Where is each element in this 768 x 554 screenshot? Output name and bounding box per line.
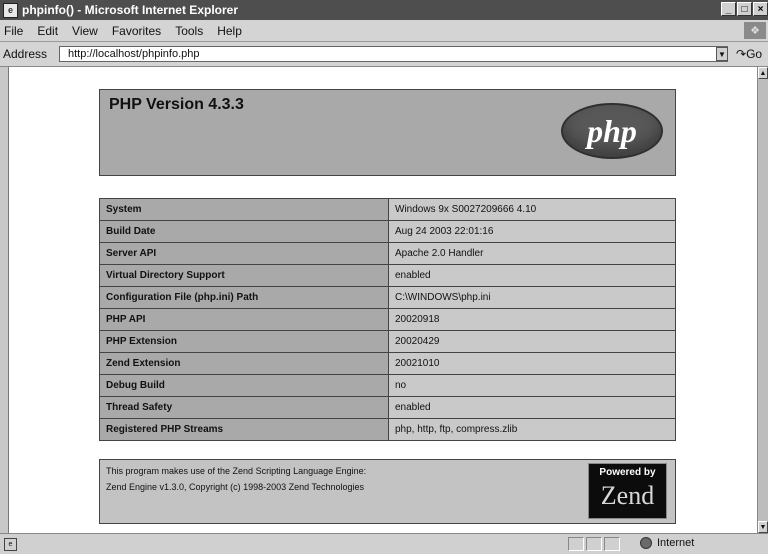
row-value: enabled — [388, 264, 676, 287]
row-value: C:\WINDOWS\php.ini — [388, 286, 676, 309]
row-value: no — [388, 374, 676, 397]
row-key: Virtual Directory Support — [99, 264, 389, 287]
menu-help[interactable]: Help — [217, 24, 242, 38]
zend-footer: This program makes use of the Zend Scrip… — [99, 459, 676, 524]
table-row: PHP Extension 20020429 — [99, 330, 676, 353]
menu-file[interactable]: File — [4, 24, 23, 38]
row-value: Aug 24 2003 22:01:16 — [388, 220, 676, 243]
menu-bar: File Edit View Favorites Tools Help ❖ — [0, 20, 768, 42]
row-key: Thread Safety — [99, 396, 389, 419]
zend-logo-word: Zend — [600, 481, 655, 510]
table-row: PHP API 20020918 — [99, 308, 676, 331]
window-title: phpinfo() - Microsoft Internet Explorer — [22, 3, 238, 17]
table-row: Build Date Aug 24 2003 22:01:16 — [99, 220, 676, 243]
row-key: Zend Extension — [99, 352, 389, 375]
menu-edit[interactable]: Edit — [37, 24, 58, 38]
address-dropdown-button[interactable]: ▼ — [716, 47, 728, 61]
row-value: Apache 2.0 Handler — [388, 242, 676, 265]
table-row: Debug Build no — [99, 374, 676, 397]
menu-view[interactable]: View — [72, 24, 98, 38]
ie-app-icon[interactable]: e — [3, 2, 18, 18]
internet-globe-icon — [640, 537, 652, 549]
row-value: php, http, ftp, compress.zlib — [388, 418, 676, 441]
scroll-down-arrow-icon[interactable]: ▼ — [758, 521, 768, 533]
row-key: Registered PHP Streams — [99, 418, 389, 441]
go-arrow-icon: ↷ — [736, 47, 747, 61]
table-row: Configuration File (php.ini) Path C:\WIND… — [99, 286, 676, 309]
windows-logo-icon: ❖ — [744, 22, 766, 39]
address-input[interactable]: http://localhost/phpinfo.php — [59, 46, 728, 62]
table-row: Zend Extension 20021010 — [99, 352, 676, 375]
status-pane — [604, 537, 620, 551]
row-key: PHP API — [99, 308, 389, 331]
go-button[interactable]: ↷Go — [736, 47, 762, 61]
row-key: Server API — [99, 242, 389, 265]
php-version-header: PHP Version 4.3.3 php — [99, 89, 676, 176]
zend-logo[interactable]: Powered by Zend — [588, 463, 667, 519]
menu-favorites[interactable]: Favorites — [112, 24, 161, 38]
maximize-button[interactable]: □ — [737, 2, 752, 16]
status-panes — [568, 537, 620, 551]
title-bar: e phpinfo() - Microsoft Internet Explore… — [0, 0, 768, 20]
zend-notice-line1: This program makes use of the Zend Scrip… — [106, 466, 367, 476]
window-controls: _ □ × — [721, 2, 768, 16]
status-pane — [586, 537, 602, 551]
status-pane — [568, 537, 584, 551]
minimize-button[interactable]: _ — [721, 2, 736, 16]
table-row: System Windows 9x S0027209666 4.10 — [99, 198, 676, 221]
table-row: Registered PHP Streams php, http, ftp, co… — [99, 418, 676, 441]
row-key: PHP Extension — [99, 330, 389, 353]
row-value: 20020918 — [388, 308, 676, 331]
table-row: Virtual Directory Support enabled — [99, 264, 676, 287]
table-row: Server API Apache 2.0 Handler — [99, 242, 676, 265]
menu-tools[interactable]: Tools — [175, 24, 203, 38]
status-bar: e Internet — [0, 533, 768, 554]
security-zone: Internet — [640, 537, 694, 549]
row-value: enabled — [388, 396, 676, 419]
zend-notice-line2: Zend Engine v1.3.0, Copyright (c) 1998-2… — [106, 482, 364, 492]
close-button[interactable]: × — [753, 2, 768, 16]
page-title: PHP Version 4.3.3 — [109, 96, 244, 113]
zone-label: Internet — [657, 537, 695, 549]
page-done-icon: e — [4, 537, 17, 551]
row-key: Debug Build — [99, 374, 389, 397]
table-row: Thread Safety enabled — [99, 396, 676, 419]
zend-logo-caption: Powered by — [599, 467, 656, 478]
address-label: Address — [3, 47, 48, 61]
page-viewport: PHP Version 4.3.3 php System Windows 9x S… — [8, 67, 758, 533]
info-table: System Windows 9x S0027209666 4.10 Build D… — [99, 198, 676, 441]
vertical-scrollbar[interactable]: ▲ ▼ — [757, 67, 768, 533]
row-value: 20020429 — [388, 330, 676, 353]
php-logo-text: php — [587, 112, 637, 149]
row-key: Build Date — [99, 220, 389, 243]
row-key: Configuration File (php.ini) Path — [99, 286, 389, 309]
scroll-up-arrow-icon[interactable]: ▲ — [758, 67, 768, 79]
row-value: Windows 9x S0027209666 4.10 — [388, 198, 676, 221]
row-value: 20021010 — [388, 352, 676, 375]
php-logo[interactable]: php — [561, 103, 663, 159]
row-key: System — [99, 198, 389, 221]
address-bar: Address http://localhost/phpinfo.php ▼ ↷… — [0, 42, 768, 67]
go-label: Go — [746, 47, 763, 61]
